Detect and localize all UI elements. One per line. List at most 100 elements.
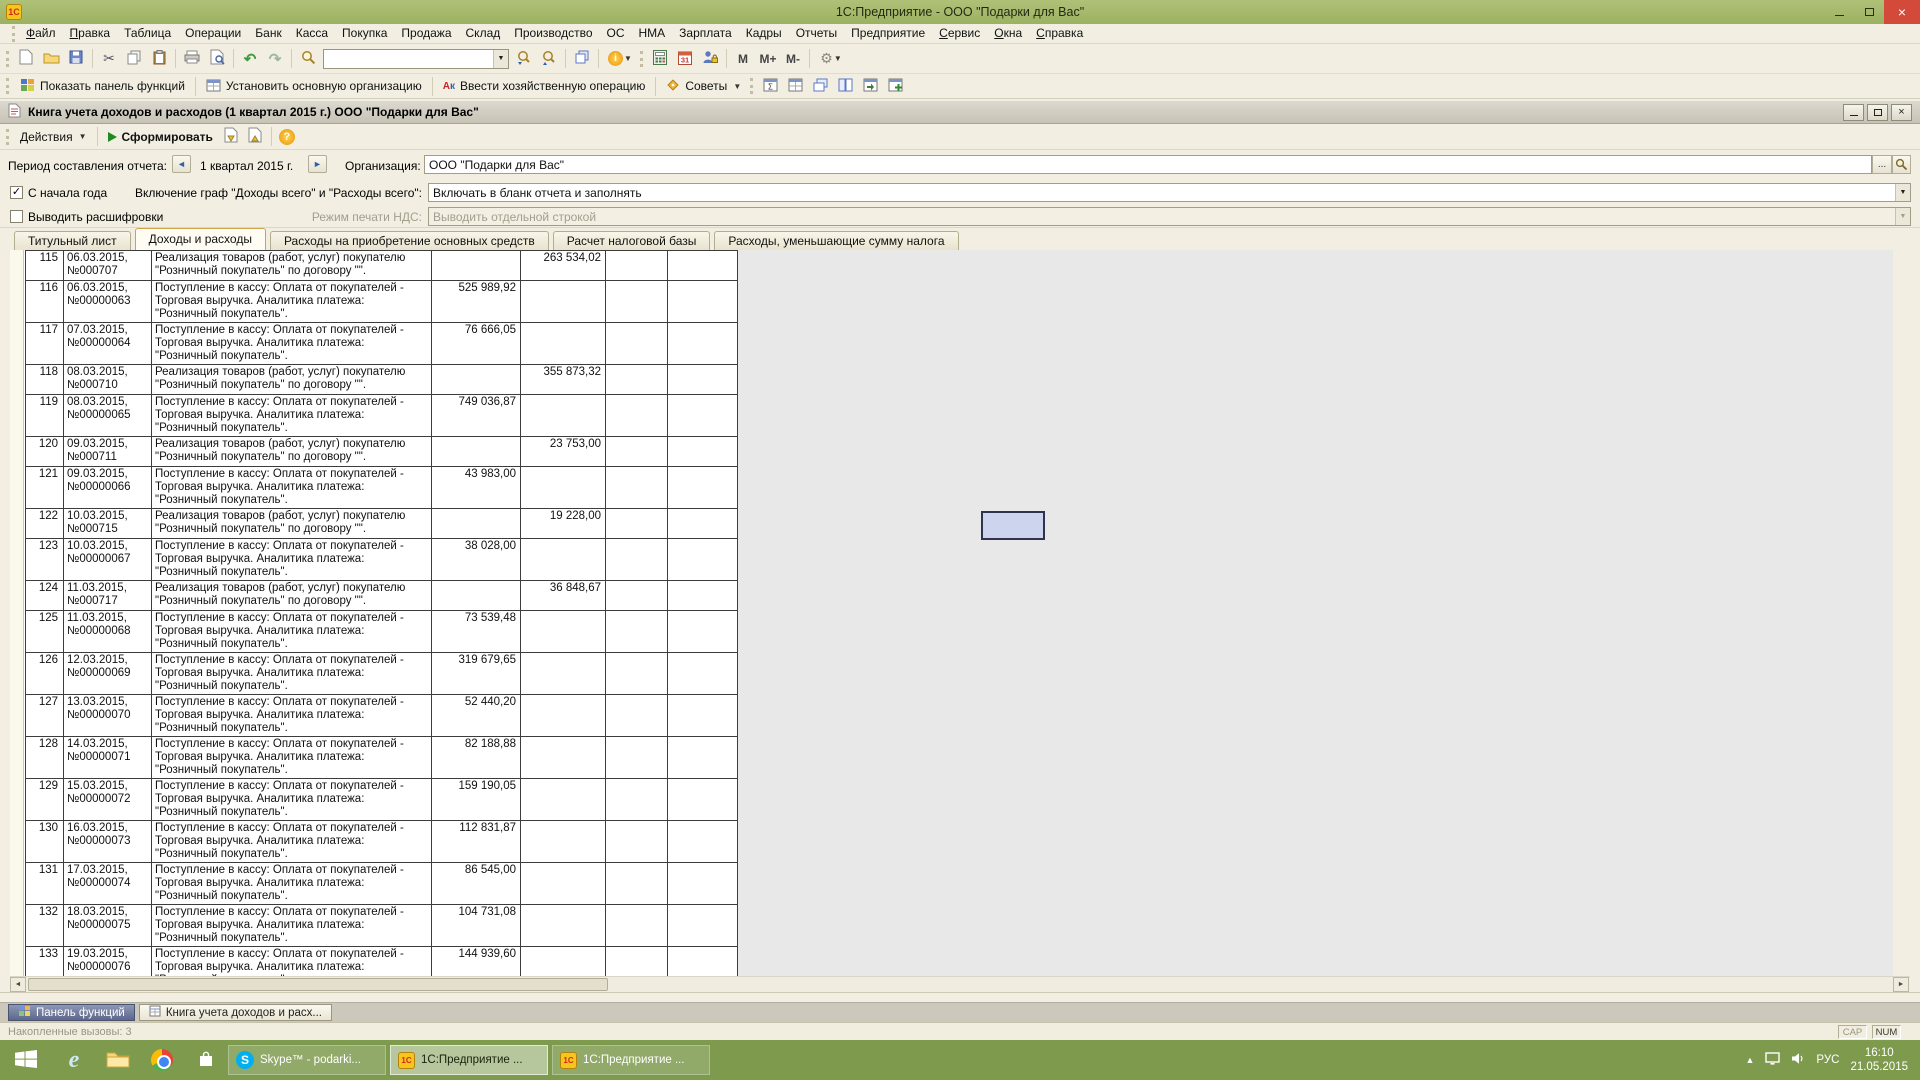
cell-row-number[interactable]: 122	[26, 509, 64, 539]
cell-row-number[interactable]: 124	[26, 581, 64, 611]
cell-expense-total[interactable]	[606, 737, 668, 779]
windows-cascade-button[interactable]	[808, 75, 832, 98]
window-tab-function-panel[interactable]: Панель функций	[8, 1004, 135, 1021]
cell-expense-accounted[interactable]	[668, 863, 738, 905]
internet-explorer-button[interactable]: e	[52, 1040, 96, 1080]
cell-expense-total[interactable]	[606, 509, 668, 539]
quick-search-combobox[interactable]: ▼	[323, 48, 509, 69]
print-button[interactable]	[180, 47, 204, 70]
cell-expense-total[interactable]	[606, 365, 668, 395]
cell-income-accounted[interactable]	[521, 395, 606, 437]
cell-expense-accounted[interactable]	[668, 395, 738, 437]
cell-row-number[interactable]: 132	[26, 905, 64, 947]
menu-item-file[interactable]: Файл	[19, 24, 63, 43]
cell-date-doc[interactable]: 06.03.2015, №00000063	[64, 281, 152, 323]
cut-button[interactable]: ✂	[97, 47, 121, 70]
tips-button[interactable]: Советы ▼	[660, 76, 747, 97]
memory-recall-button[interactable]: M	[731, 47, 755, 70]
cell-income-total[interactable]: 82 188,88	[432, 737, 521, 779]
cell-operation[interactable]: Поступление в кассу: Оплата от покупател…	[152, 539, 432, 581]
cell-income-accounted[interactable]	[521, 467, 606, 509]
cell-date-doc[interactable]: 14.03.2015, №00000071	[64, 737, 152, 779]
table-export-button[interactable]	[858, 75, 882, 98]
cell-date-doc[interactable]: 11.03.2015, №00000068	[64, 611, 152, 653]
table-sum-button[interactable]: Σ	[758, 75, 782, 98]
cell-selection-rectangle[interactable]	[981, 511, 1045, 540]
close-button[interactable]: ×	[1884, 0, 1920, 24]
cell-row-number[interactable]: 123	[26, 539, 64, 581]
from-year-start-checkbox[interactable]: ✓	[10, 186, 23, 199]
cell-operation[interactable]: Поступление в кассу: Оплата от покупател…	[152, 947, 432, 976]
cell-operation[interactable]: Поступление в кассу: Оплата от покупател…	[152, 695, 432, 737]
save-button[interactable]	[64, 47, 88, 70]
cell-date-doc[interactable]: 06.03.2015, №000707	[64, 251, 152, 281]
cell-income-accounted[interactable]	[521, 695, 606, 737]
menu-item-enterprise[interactable]: Предприятие	[844, 24, 932, 43]
cell-income-accounted[interactable]	[521, 611, 606, 653]
cell-expense-total[interactable]	[606, 323, 668, 365]
copy-button[interactable]	[122, 47, 146, 70]
user-permissions-button[interactable]	[698, 47, 722, 70]
cell-expense-total[interactable]	[606, 905, 668, 947]
cell-income-accounted[interactable]: 19 228,00	[521, 509, 606, 539]
menu-item-hr[interactable]: Кадры	[739, 24, 789, 43]
memory-subtract-button[interactable]: M-	[781, 47, 805, 70]
cell-row-number[interactable]: 117	[26, 323, 64, 365]
menu-item-intangible-assets[interactable]: НМА	[632, 24, 673, 43]
menu-item-help[interactable]: Справка	[1029, 24, 1090, 43]
start-button[interactable]	[0, 1040, 52, 1080]
cell-income-total[interactable]: 86 545,00	[432, 863, 521, 905]
cell-income-accounted[interactable]	[521, 905, 606, 947]
set-main-organization-button[interactable]: Установить основную организацию	[200, 76, 428, 97]
period-next-button[interactable]: ►	[308, 155, 327, 173]
cell-expense-accounted[interactable]	[668, 581, 738, 611]
cell-income-total[interactable]	[432, 365, 521, 395]
cell-expense-accounted[interactable]	[668, 323, 738, 365]
cell-income-accounted[interactable]: 23 753,00	[521, 437, 606, 467]
minimize-button[interactable]	[1824, 0, 1854, 24]
tab-tax-base[interactable]: Расчет налоговой базы	[552, 231, 711, 250]
cell-income-total[interactable]	[432, 509, 521, 539]
windows-tile-button[interactable]	[833, 75, 857, 98]
cell-operation[interactable]: Поступление в кассу: Оплата от покупател…	[152, 863, 432, 905]
cell-operation[interactable]: Реализация товаров (работ, услуг) покупа…	[152, 251, 432, 281]
cell-operation[interactable]: Поступление в кассу: Оплата от покупател…	[152, 395, 432, 437]
cell-date-doc[interactable]: 08.03.2015, №000710	[64, 365, 152, 395]
show-details-checkbox[interactable]	[10, 210, 23, 223]
menu-item-sale[interactable]: Продажа	[394, 24, 458, 43]
cell-row-number[interactable]: 127	[26, 695, 64, 737]
cell-expense-accounted[interactable]	[668, 281, 738, 323]
paste-button[interactable]	[147, 47, 171, 70]
cell-operation[interactable]: Реализация товаров (работ, услуг) покупа…	[152, 437, 432, 467]
cell-row-number[interactable]: 128	[26, 737, 64, 779]
horizontal-scroll-thumb[interactable]	[28, 978, 608, 991]
chevron-down-icon[interactable]: ▼	[493, 49, 508, 68]
info-button[interactable]: i ▼	[603, 47, 637, 70]
cell-income-total[interactable]: 159 190,05	[432, 779, 521, 821]
cell-income-total[interactable]: 525 989,92	[432, 281, 521, 323]
cell-date-doc[interactable]: 16.03.2015, №00000073	[64, 821, 152, 863]
taskbar-button-skype[interactable]: S Skype™ - podarki...	[228, 1045, 386, 1075]
cell-expense-total[interactable]	[606, 281, 668, 323]
menu-item-service[interactable]: Сервис	[932, 24, 987, 43]
cell-date-doc[interactable]: 19.03.2015, №00000076	[64, 947, 152, 976]
cell-row-number[interactable]: 131	[26, 863, 64, 905]
cell-operation[interactable]: Поступление в кассу: Оплата от покупател…	[152, 653, 432, 695]
menu-item-table[interactable]: Таблица	[117, 24, 178, 43]
cell-expense-total[interactable]	[606, 467, 668, 509]
chevron-down-icon[interactable]: ▼	[1895, 184, 1910, 201]
cell-date-doc[interactable]: 15.03.2015, №00000072	[64, 779, 152, 821]
cell-date-doc[interactable]: 13.03.2015, №00000070	[64, 695, 152, 737]
cell-income-total[interactable]: 76 666,05	[432, 323, 521, 365]
print-preview-button[interactable]	[205, 47, 229, 70]
cell-operation[interactable]: Поступление в кассу: Оплата от покупател…	[152, 905, 432, 947]
save-settings-button[interactable]	[244, 125, 268, 148]
help-button[interactable]: ?	[275, 125, 299, 148]
organization-search-button[interactable]	[1892, 155, 1911, 174]
cell-row-number[interactable]: 118	[26, 365, 64, 395]
undo-button[interactable]: ↶	[238, 47, 262, 70]
report-close-button[interactable]: ×	[1891, 103, 1912, 121]
cell-expense-total[interactable]	[606, 779, 668, 821]
cell-date-doc[interactable]: 09.03.2015, №00000066	[64, 467, 152, 509]
cell-row-number[interactable]: 125	[26, 611, 64, 653]
